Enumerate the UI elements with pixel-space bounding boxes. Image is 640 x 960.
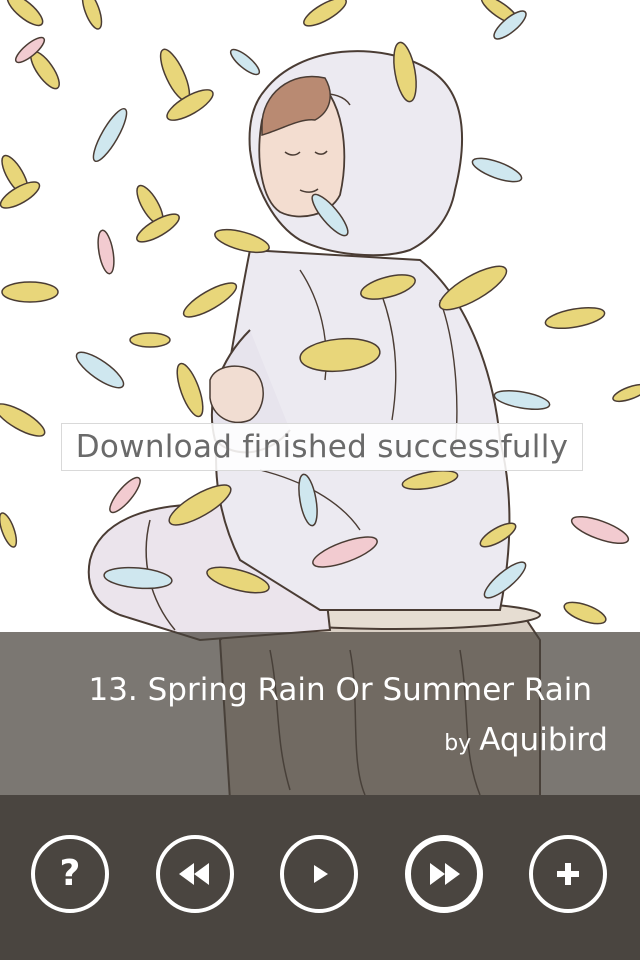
fast-forward-button[interactable] [405,835,483,913]
plus-icon [557,863,579,885]
track-title: 13. Spring Rain Or Summer Rain [88,672,592,708]
artist-prefix: by [444,731,472,756]
question-mark-icon: ? [59,853,81,894]
fast-forward-icon [430,863,460,885]
toast-message: Download finished successfully [75,429,569,465]
download-toast: Download finished successfully [61,423,583,471]
artist-name: Aquibird [479,722,608,758]
help-button[interactable]: ? [31,835,109,913]
artist-line: by Aquibird [444,722,608,758]
rewind-button[interactable] [156,835,234,913]
now-playing-panel: 13. Spring Rain Or Summer Rain by Aquibir… [0,632,640,795]
playback-controls: ? [0,795,640,960]
rewind-icon [179,863,209,885]
play-icon [314,865,328,883]
play-button[interactable] [280,835,358,913]
add-button[interactable] [529,835,607,913]
